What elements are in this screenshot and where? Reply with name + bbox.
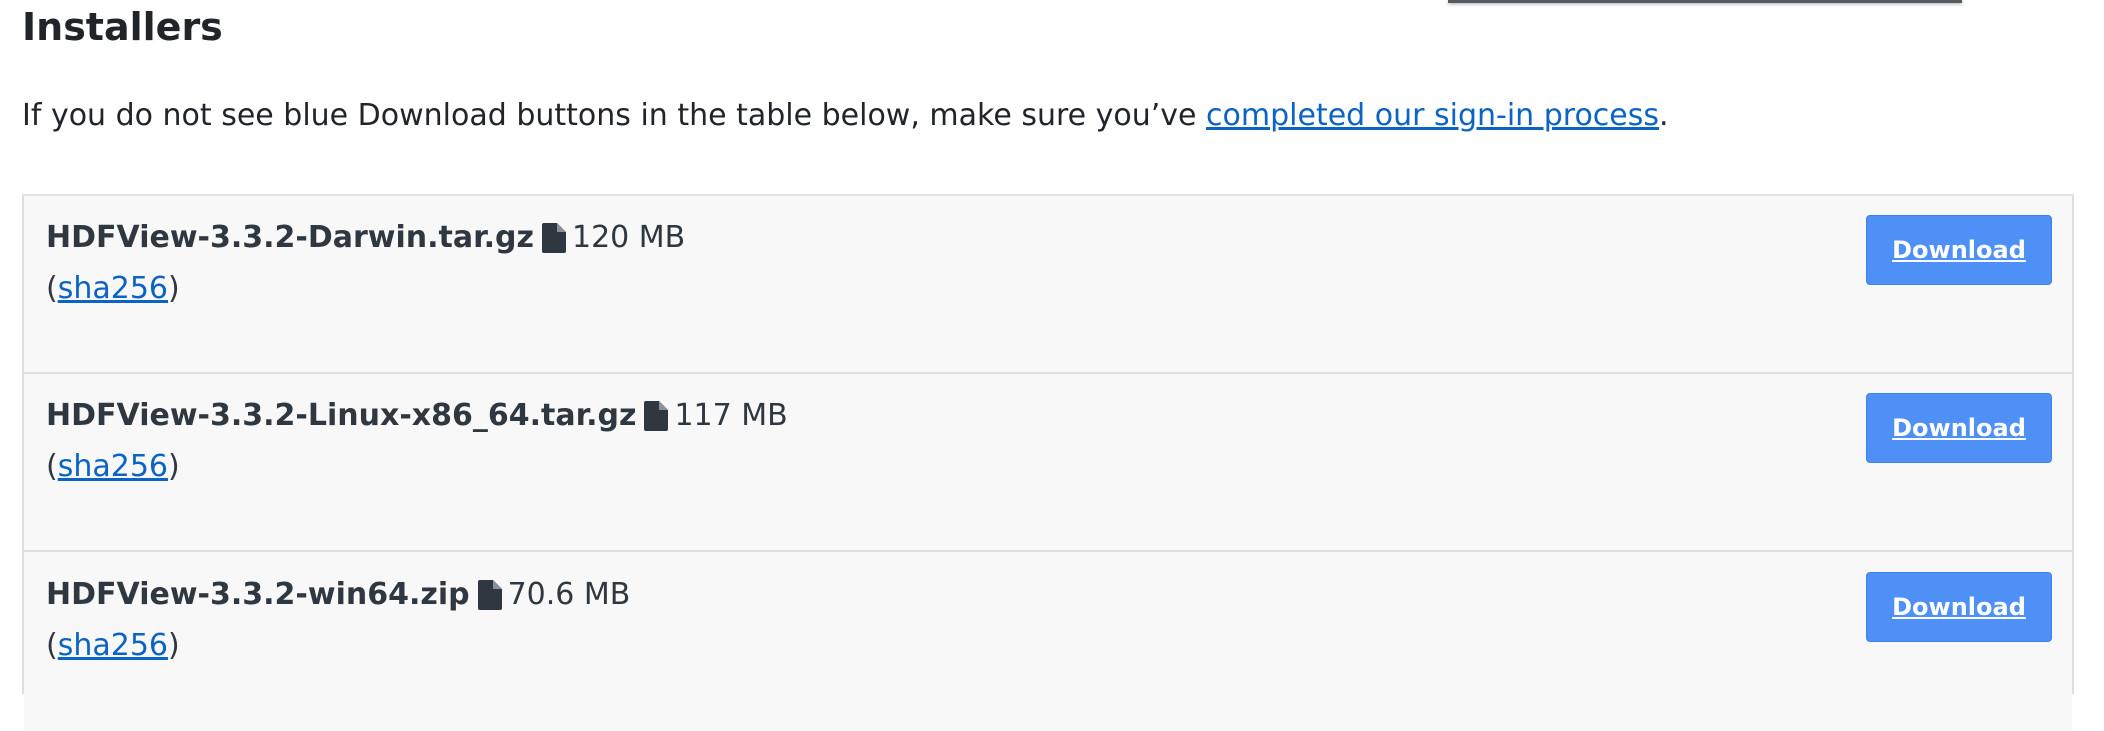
sha256-link[interactable]: sha256: [58, 271, 168, 306]
checksum-open-paren: (: [46, 449, 58, 484]
checksum-close-paren: ): [168, 271, 180, 306]
intro-text: If you do not see blue Download buttons …: [22, 95, 1669, 137]
file-icon: [644, 401, 669, 431]
intro-text-after: .: [1659, 98, 1669, 133]
installer-filename: HDFView-3.3.2-win64.zip: [46, 577, 470, 612]
installer-file-size: 117 MB: [674, 398, 788, 433]
installer-checksum: (sha256): [46, 269, 180, 309]
download-button[interactable]: Download: [1866, 215, 2052, 285]
installer-row: HDFView-3.3.2-Linux-x86_64.tar.gz 117 MB…: [24, 374, 2072, 552]
installer-file-line: HDFView-3.3.2-Linux-x86_64.tar.gz 117 MB: [46, 396, 788, 436]
download-button[interactable]: Download: [1866, 393, 2052, 463]
file-icon: [477, 580, 502, 610]
checksum-open-paren: (: [46, 271, 58, 306]
installer-checksum: (sha256): [46, 447, 180, 487]
sha256-link[interactable]: sha256: [58, 628, 168, 663]
installer-file-size: 70.6 MB: [507, 577, 631, 612]
installer-file-line: HDFView-3.3.2-Darwin.tar.gz 120 MB: [46, 218, 685, 258]
page-title: Installers: [22, 5, 223, 49]
installer-checksum: (sha256): [46, 626, 180, 666]
sha256-link[interactable]: sha256: [58, 449, 168, 484]
installer-file-line: HDFView-3.3.2-win64.zip 70.6 MB: [46, 575, 630, 615]
floating-panel-edge: [1448, 0, 1962, 3]
installer-filename: HDFView-3.3.2-Darwin.tar.gz: [46, 220, 534, 255]
checksum-close-paren: ): [168, 628, 180, 663]
download-button[interactable]: Download: [1866, 572, 2052, 642]
intro-text-before: If you do not see blue Download buttons …: [22, 98, 1207, 133]
installers-table: HDFView-3.3.2-Darwin.tar.gz 120 MB (sha2…: [22, 194, 2074, 731]
file-icon: [541, 223, 566, 253]
installer-row: HDFView-3.3.2-win64.zip 70.6 MB (sha256)…: [24, 553, 2072, 731]
installer-filename: HDFView-3.3.2-Linux-x86_64.tar.gz: [46, 398, 637, 433]
checksum-open-paren: (: [46, 628, 58, 663]
sign-in-process-link[interactable]: completed our sign-in process: [1206, 98, 1659, 133]
installer-file-size: 120 MB: [571, 220, 686, 255]
checksum-close-paren: ): [168, 449, 180, 484]
installer-row: HDFView-3.3.2-Darwin.tar.gz 120 MB (sha2…: [24, 196, 2072, 374]
